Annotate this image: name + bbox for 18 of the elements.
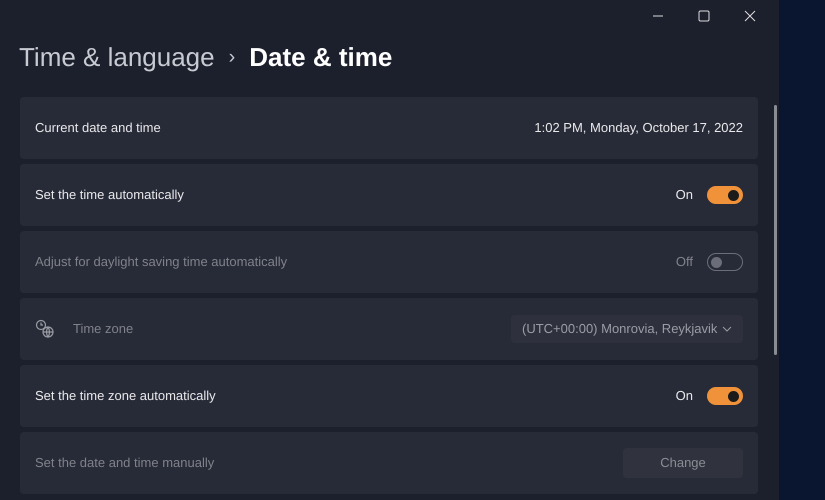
scrollbar[interactable] <box>774 105 777 355</box>
breadcrumb-parent[interactable]: Time & language <box>19 38 215 76</box>
setting-label: Set the time zone automatically <box>35 387 217 406</box>
page-title: Date & time <box>249 40 392 74</box>
toggle-state: Off <box>676 253 693 272</box>
setting-label: Time zone <box>73 320 134 338</box>
globe-clock-icon <box>35 319 55 339</box>
setting-label: Current date and time <box>35 119 162 138</box>
setting-label: Set the date and time manually <box>35 454 216 472</box>
toggle-switch[interactable] <box>707 186 743 204</box>
setting-label: Set the time automatically <box>35 186 185 204</box>
toggle-state: On <box>676 387 693 406</box>
setting-label: Adjust for daylight saving time automatically <box>35 253 288 272</box>
date-time-value: 1:02 PM, Monday, October 17, 2022 <box>534 119 743 138</box>
chevron-down-icon <box>722 326 732 332</box>
toggle-switch[interactable] <box>707 387 743 405</box>
breadcrumb-separator: › <box>228 45 236 70</box>
toggle-state: On <box>676 186 693 204</box>
